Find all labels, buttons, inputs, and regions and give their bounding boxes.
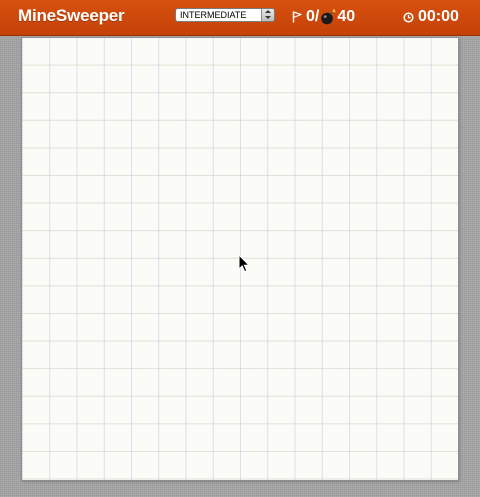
timer-value: 00:00 <box>418 8 459 25</box>
clock-icon <box>403 11 414 23</box>
difficulty-select[interactable]: INTERMEDIATE <box>175 8 275 22</box>
app-title: MineSweeper <box>18 6 125 25</box>
flag-icon <box>292 11 302 23</box>
select-stepper-icon[interactable] <box>261 9 274 21</box>
timer: 00:00 <box>403 7 459 27</box>
mine-flag-counter: 0/ 40 <box>292 7 355 27</box>
flag-count: 0/ <box>306 8 320 25</box>
bomb-icon <box>321 9 336 25</box>
header-bar: MineSweeper INTERMEDIATE 0/ 40 00:00 <box>0 0 480 36</box>
mine-count: 40 <box>337 8 356 25</box>
difficulty-selected-value: INTERMEDIATE <box>180 10 247 20</box>
cursor-icon <box>238 254 250 273</box>
